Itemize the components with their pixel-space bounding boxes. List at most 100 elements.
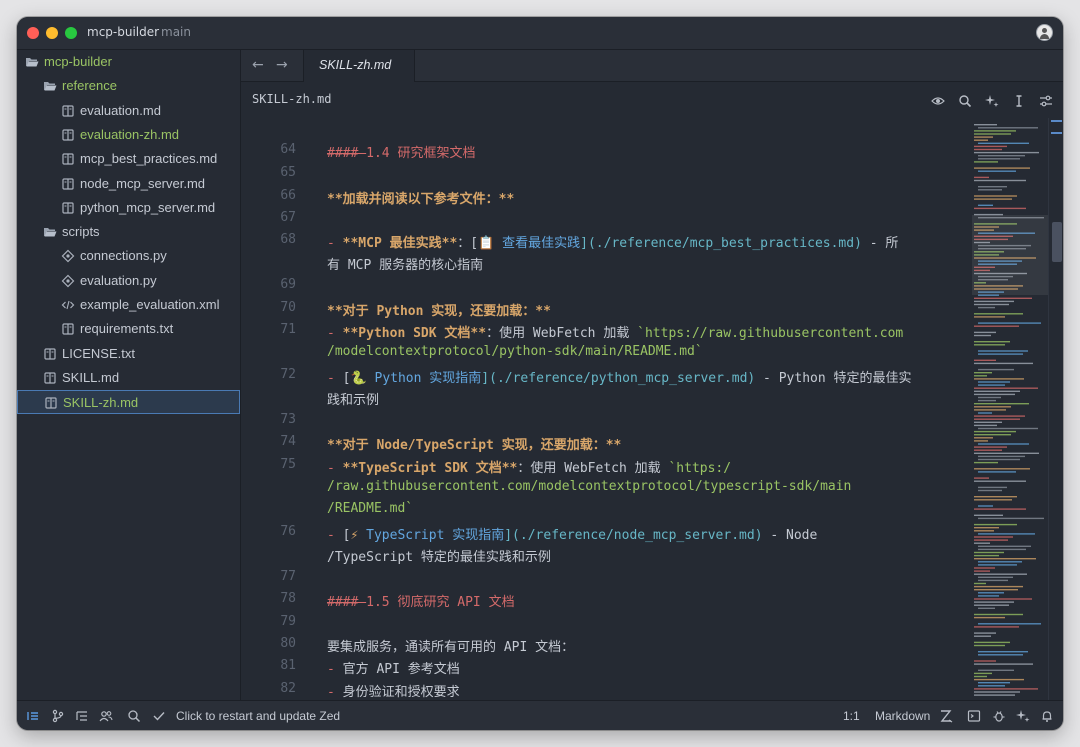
tree-item-label: example_evaluation.xml: [80, 297, 220, 312]
code-token: ](./reference/mcp_best_practices.md): [580, 236, 862, 251]
tree-item-evaluation-zh-md[interactable]: evaluation-zh.md: [17, 123, 240, 147]
code-line[interactable]: - [🐍 Python 实现指南](./reference/python_mcp…: [327, 367, 967, 386]
minimap-viewport[interactable]: [972, 215, 1048, 295]
debug-bug-icon[interactable]: [992, 709, 1006, 723]
code-line[interactable]: /TypeScript 特定的最佳实践和示例: [327, 546, 967, 565]
minimap-line: [978, 353, 1023, 355]
preview-eye-icon[interactable]: [930, 93, 945, 107]
tree-item-reference[interactable]: reference: [17, 74, 240, 98]
editor-settings-sliders-icon[interactable]: [1039, 93, 1053, 107]
code-token: **TypeScript SDK 文档**: [342, 461, 518, 476]
tree-item-evaluation-py[interactable]: evaluation.py: [17, 269, 240, 293]
assistant-sparkle-icon[interactable]: [1016, 709, 1030, 723]
code-line[interactable]: - 身份验证和授权要求: [327, 681, 967, 700]
assistant-sparkle-icon[interactable]: [984, 93, 999, 107]
go-back-icon[interactable]: ←: [252, 57, 264, 73]
tree-item-node-mcp-server-md[interactable]: node_mcp_server.md: [17, 172, 240, 196]
tree-item-mcp-best-practices-md[interactable]: mcp_best_practices.md: [17, 147, 240, 171]
tree-item-label: evaluation.md: [80, 102, 161, 118]
minimap-line: [974, 331, 996, 334]
code-line[interactable]: **对于 Python 实现，还要加载：**: [327, 300, 967, 319]
code-line[interactable]: - [⚡ TypeScript 实现指南](./reference/node_m…: [327, 524, 967, 543]
minimap-line: [978, 396, 1001, 399]
line-number: 80: [280, 636, 296, 651]
breadcrumb[interactable]: SKILL-zh.md: [252, 92, 331, 106]
code-line[interactable]: #### 1.5 彻底研究 API 文档: [327, 591, 967, 610]
file-text-icon: [61, 322, 75, 336]
minimap-line: [974, 616, 1005, 619]
tree-item-requirements-txt[interactable]: requirements.txt: [17, 317, 240, 341]
minimap-line: [974, 130, 1016, 132]
tree-item-mcp-builder[interactable]: mcp-builder: [17, 50, 240, 74]
code-token: -: [327, 236, 343, 251]
code-line[interactable]: **加载并阅读以下参考文件：**: [327, 188, 967, 207]
code-line[interactable]: - 官方 API 参考文档: [327, 658, 967, 677]
code-line[interactable]: - **MCP 最佳实践**：[📋 查看最佳实践](./reference/mc…: [327, 232, 967, 251]
tree-item-skill-md[interactable]: SKILL.md: [17, 366, 240, 390]
code-token: ⚡: [350, 528, 367, 543]
code-token: **Python SDK 文档**: [342, 326, 487, 341]
edit-prediction-icon[interactable]: [939, 709, 953, 723]
search-icon[interactable]: [958, 93, 972, 108]
minimap-line: [974, 499, 1012, 501]
minimap-line: [974, 195, 1017, 197]
tree-item-license-txt[interactable]: LICENSE.txt: [17, 342, 240, 366]
code-line[interactable]: 要集成服务，通读所有可用的 API 文档：: [327, 636, 967, 655]
code-line[interactable]: **对于 Node/TypeScript 实现，还要加载：**: [327, 434, 967, 453]
language-selector[interactable]: Markdown: [875, 709, 930, 723]
project-name[interactable]: mcp-builder: [87, 25, 159, 39]
tab-active-file[interactable]: SKILL-zh.md: [303, 50, 415, 82]
collaboration-users-icon[interactable]: [99, 709, 113, 723]
git-branch-icon[interactable]: [51, 709, 65, 723]
code-token: ####: [327, 595, 367, 610]
minimap-line: [974, 675, 987, 678]
close-window-button[interactable]: [27, 27, 39, 39]
tree-item-python-mcp-server-md[interactable]: python_mcp_server.md: [17, 196, 240, 220]
scrollbar-thumb[interactable]: [1052, 222, 1062, 262]
minimap-line: [978, 443, 1029, 445]
go-forward-icon[interactable]: →: [276, 57, 288, 73]
notification-bell-icon[interactable]: [1040, 709, 1054, 723]
zoom-window-button[interactable]: [65, 27, 77, 39]
project-panel-toggle-icon[interactable]: [26, 709, 40, 723]
tree-item-connections-py[interactable]: connections.py: [17, 244, 240, 268]
text-cursor-icon[interactable]: [1012, 93, 1026, 107]
minimap-line: [978, 186, 1007, 188]
code-line[interactable]: /modelcontextprotocol/python-sdk/main/RE…: [327, 344, 967, 359]
tree-item-example-evaluation-xml[interactable]: example_evaluation.xml: [17, 293, 240, 317]
minimap[interactable]: [972, 118, 1048, 700]
minimap-line: [974, 325, 1019, 327]
code-line[interactable]: 有 MCP 服务器的核心指南: [327, 254, 967, 273]
minimap-line: [974, 297, 1032, 299]
cursor-position[interactable]: 1:1: [843, 709, 860, 723]
minimap-line: [974, 359, 996, 361]
checkmark-icon[interactable]: [152, 709, 166, 723]
code-token: 有 MCP 服务器的核心指南: [327, 258, 484, 273]
code-line[interactable]: - **TypeScript SDK 文档**：使用 WebFetch 加载 `…: [327, 457, 967, 476]
minimap-line: [974, 300, 1014, 303]
minimap-line: [974, 139, 988, 141]
user-avatar[interactable]: [1036, 24, 1053, 41]
tree-item-evaluation-md[interactable]: evaluation.md: [17, 99, 240, 123]
search-icon[interactable]: [127, 709, 141, 723]
minimap-line: [978, 623, 1041, 625]
terminal-icon[interactable]: [967, 709, 981, 723]
minimap-line: [978, 381, 1010, 383]
vertical-scrollbar[interactable]: [1048, 118, 1063, 700]
branch-name[interactable]: main: [161, 25, 191, 39]
code-line[interactable]: #### 1.4 研究框架文档: [327, 142, 967, 161]
code-line[interactable]: /raw.githubusercontent.com/modelcontextp…: [327, 479, 967, 494]
tree-item-scripts[interactable]: scripts: [17, 220, 240, 244]
tree-item-skill-zh-md[interactable]: SKILL-zh.md: [17, 390, 240, 415]
code-line[interactable]: - **Python SDK 文档**：使用 WebFetch 加载 `http…: [327, 322, 967, 341]
minimap-line: [978, 189, 1002, 191]
code-line[interactable]: /README.md`: [327, 501, 967, 516]
outline-icon[interactable]: [75, 709, 89, 723]
update-message[interactable]: Click to restart and update Zed: [176, 709, 340, 723]
code-token: 查看最佳实践: [502, 236, 581, 251]
editor-pane[interactable]: 64 #### 1.4 研究框架文档 65 66 **加载并阅读以下参考文件：** 67 6…: [241, 118, 972, 700]
minimap-line: [974, 313, 1023, 315]
scrollbar-marker: [1051, 120, 1062, 122]
minimize-window-button[interactable]: [46, 27, 58, 39]
code-line[interactable]: 践和示例: [327, 389, 967, 408]
